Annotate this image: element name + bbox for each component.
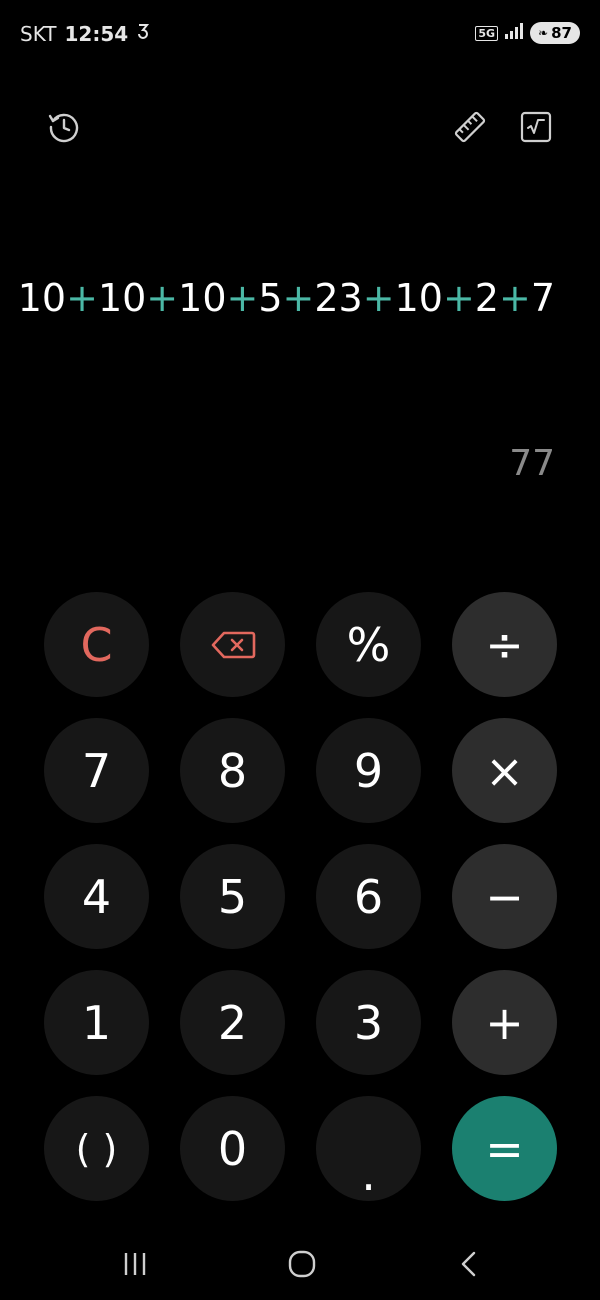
expression-operator: + xyxy=(66,276,98,320)
decimal-button[interactable]: . xyxy=(316,1096,421,1201)
equals-button[interactable]: = xyxy=(452,1096,557,1201)
percent-button[interactable]: % xyxy=(316,592,421,697)
leaf-icon: ❧ xyxy=(538,26,549,40)
parentheses-button[interactable]: ( ) xyxy=(44,1096,149,1201)
expression-operator: + xyxy=(442,276,475,320)
clock: 12:54 xyxy=(64,22,129,46)
expression-operand: 5 xyxy=(258,276,283,320)
expression-operator: + xyxy=(282,276,315,320)
recent-apps-icon xyxy=(124,1253,146,1275)
backspace-icon xyxy=(211,631,255,658)
expression-operator: + xyxy=(226,276,259,320)
multiply-button[interactable]: × xyxy=(452,718,557,823)
battery-level: 87 xyxy=(551,24,572,42)
digit-5-button[interactable]: 5 xyxy=(180,844,285,949)
ruler-icon xyxy=(454,111,486,143)
minus-button[interactable]: − xyxy=(452,844,557,949)
back-icon xyxy=(461,1251,476,1277)
history-icon xyxy=(48,113,79,143)
plus-button[interactable]: + xyxy=(452,970,557,1075)
digit-3-button[interactable]: 3 xyxy=(316,970,421,1075)
status-left: SKT 12:54 xyxy=(20,22,150,46)
sqrt-icon xyxy=(520,111,552,143)
expression-operand: 23 xyxy=(314,276,363,320)
result-preview: 77 xyxy=(509,443,555,484)
digit-9-button[interactable]: 9 xyxy=(316,718,421,823)
calculator-screen: SKT 12:54 5G ❧ 87 10+10+10+5+23+10+2+7 7… xyxy=(0,0,600,1300)
scientific-mode-button[interactable] xyxy=(516,107,556,147)
status-right: 5G ❧ 87 xyxy=(475,22,580,44)
clear-button[interactable]: C xyxy=(44,592,149,697)
history-button[interactable] xyxy=(44,107,84,147)
status-bar: SKT 12:54 5G ❧ 87 xyxy=(0,0,600,70)
digit-1-button[interactable]: 1 xyxy=(44,970,149,1075)
notification-icon xyxy=(136,22,150,46)
carrier: SKT xyxy=(20,22,57,46)
recent-apps-button[interactable] xyxy=(115,1244,155,1284)
unit-converter-button[interactable] xyxy=(450,107,490,147)
expression-operand: 7 xyxy=(530,276,555,320)
digit-2-button[interactable]: 2 xyxy=(180,970,285,1075)
digit-7-button[interactable]: 7 xyxy=(44,718,149,823)
network-type: 5G xyxy=(475,25,499,41)
expression-operand: 10 xyxy=(17,276,67,320)
expression-operator: + xyxy=(362,276,395,320)
expression-operator: + xyxy=(146,276,179,320)
digit-0-button[interactable]: 0 xyxy=(180,1096,285,1201)
digit-4-button[interactable]: 4 xyxy=(44,844,149,949)
expression-operand: 10 xyxy=(178,276,227,320)
expression-operand: 10 xyxy=(97,276,147,320)
digit-6-button[interactable]: 6 xyxy=(316,844,421,949)
digit-8-button[interactable]: 8 xyxy=(180,718,285,823)
divide-button[interactable]: ÷ xyxy=(452,592,557,697)
expression-display[interactable]: 10+10+10+5+23+10+2+7 xyxy=(18,276,555,320)
home-icon xyxy=(288,1250,316,1278)
signal-icon xyxy=(504,23,524,43)
back-button[interactable] xyxy=(450,1244,490,1284)
battery-indicator: ❧ 87 xyxy=(530,22,580,44)
navigation-bar xyxy=(0,1230,600,1300)
expression-operator: + xyxy=(498,276,531,320)
expression-operand: 2 xyxy=(474,276,499,320)
home-button[interactable] xyxy=(282,1244,322,1284)
expression-operand: 10 xyxy=(394,276,443,320)
backspace-button[interactable] xyxy=(180,592,285,697)
